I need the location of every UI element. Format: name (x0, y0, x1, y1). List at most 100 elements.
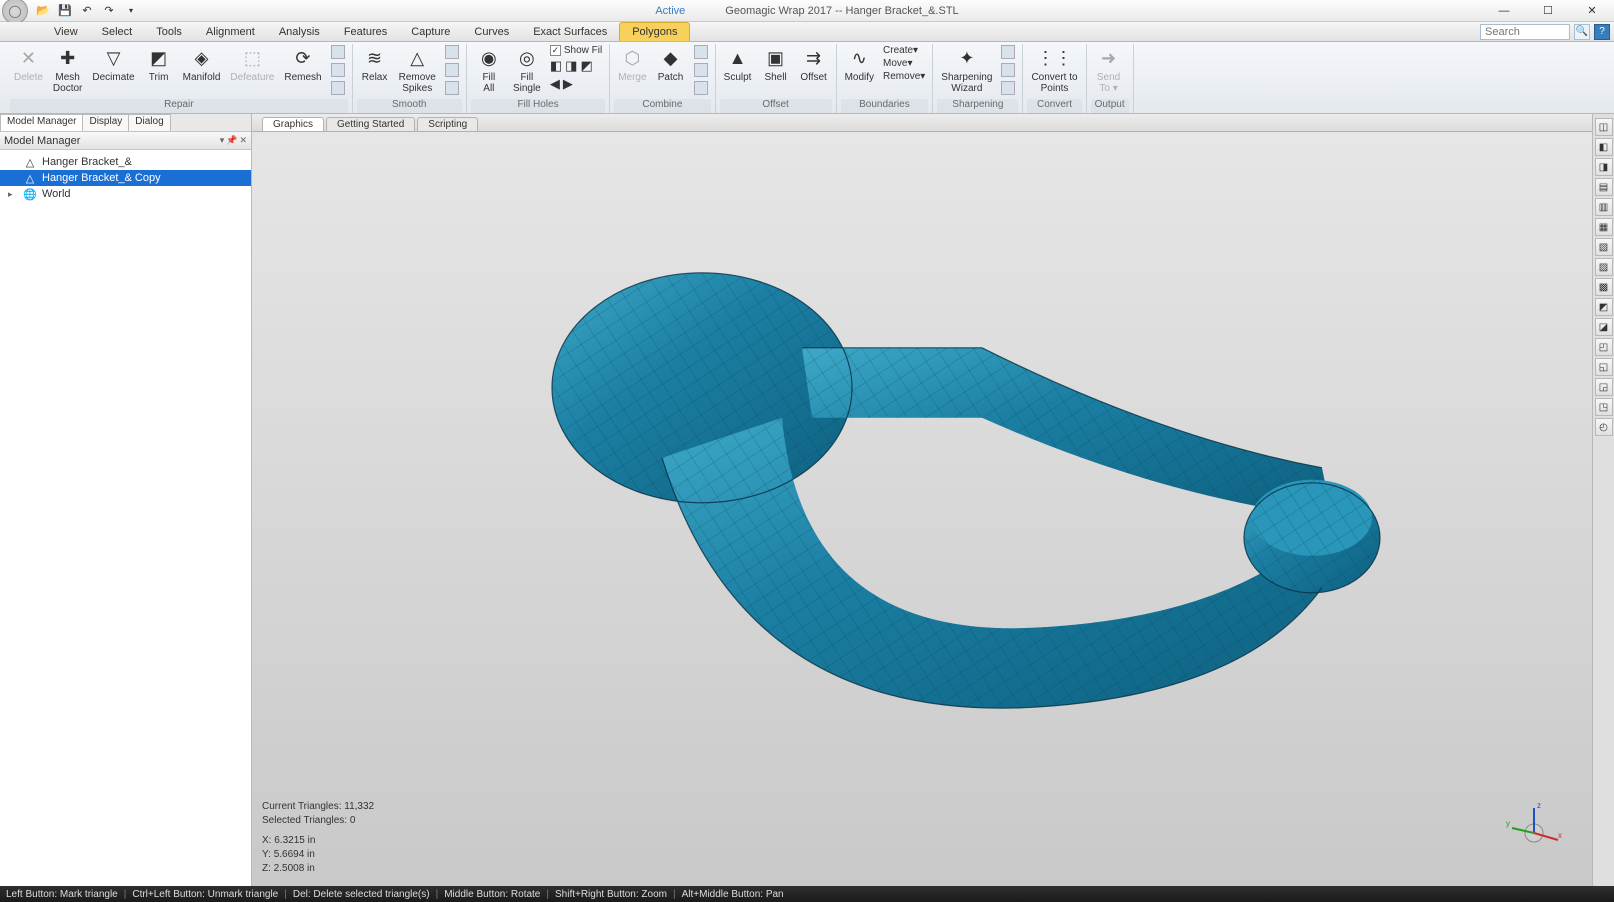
ribbon-extra-icon[interactable] (442, 80, 462, 96)
ribbon-extra-icon[interactable] (691, 44, 711, 60)
search-input[interactable] (1480, 24, 1570, 40)
fill-mode-icon[interactable]: ◩ (580, 58, 592, 74)
menu-bar: ViewSelectToolsAlignmentAnalysisFeatures… (0, 22, 1614, 42)
ribbon-convert-to-button[interactable]: ⋮⋮Convert to Points (1027, 44, 1081, 96)
fill-mode-icon[interactable]: ◨ (565, 58, 577, 74)
help-icon[interactable]: ? (1594, 24, 1610, 40)
ribbon-menu-move[interactable]: Move▾ (880, 57, 928, 70)
right-tool-10-button[interactable]: ◪ (1595, 318, 1613, 336)
right-tool-12-button[interactable]: ◱ (1595, 358, 1613, 376)
ribbon-modify-button[interactable]: ∿Modify (841, 44, 878, 85)
trim-icon: ◩ (147, 46, 171, 70)
tree-item[interactable]: ▸🌐World (0, 186, 251, 202)
axis-triad[interactable]: z x y (1504, 798, 1564, 858)
close-button[interactable]: ✕ (1570, 0, 1614, 22)
ribbon-patch-button[interactable]: ◆Patch (653, 44, 689, 85)
status-hint: Shift+Right Button: Zoom (555, 889, 667, 900)
menu-capture[interactable]: Capture (399, 22, 462, 41)
expand-icon[interactable]: ▸ (8, 189, 18, 200)
menu-view[interactable]: View (42, 22, 90, 41)
checkbox-icon[interactable]: ✓ (550, 45, 561, 56)
ribbon-extra-icon[interactable] (998, 62, 1018, 78)
svg-text:y: y (1506, 819, 1510, 828)
menu-tools[interactable]: Tools (144, 22, 194, 41)
redo-button[interactable]: ↷ (100, 2, 118, 20)
undo-button[interactable]: ↶ (78, 2, 96, 20)
prev-hole-button[interactable]: ◀ (550, 76, 560, 92)
panel-dropdown-icon[interactable]: ▾ (220, 135, 225, 146)
ribbon-extra-icon[interactable] (998, 80, 1018, 96)
right-tool-11-button[interactable]: ◰ (1595, 338, 1613, 356)
tree-item[interactable]: △Hanger Bracket_& Copy (0, 170, 251, 186)
qat-menu-button[interactable]: ▾ (122, 2, 140, 20)
ribbon-fill-button[interactable]: ◎Fill Single (509, 44, 545, 96)
save-button[interactable]: 💾 (56, 2, 74, 20)
ribbon-mesh-button[interactable]: ✚Mesh Doctor (49, 44, 86, 96)
tree-item[interactable]: △Hanger Bracket_& (0, 154, 251, 170)
app-logo-icon[interactable]: ◯ (2, 0, 28, 24)
minimize-button[interactable]: — (1482, 0, 1526, 22)
maximize-button[interactable]: ☐ (1526, 0, 1570, 22)
viewport-tab-graphics[interactable]: Graphics (262, 117, 324, 131)
right-tool-5-button[interactable]: ▦ (1595, 218, 1613, 236)
ribbon-extra-icon[interactable] (328, 80, 348, 96)
menu-alignment[interactable]: Alignment (194, 22, 267, 41)
fill-mode-icon[interactable]: ◧ (550, 58, 562, 74)
right-tool-0-button[interactable]: ◫ (1595, 118, 1613, 136)
right-tool-3-button[interactable]: ▤ (1595, 178, 1613, 196)
right-tool-9-button[interactable]: ◩ (1595, 298, 1613, 316)
ribbon-decimate-button[interactable]: ▽Decimate (88, 44, 138, 85)
menu-curves[interactable]: Curves (462, 22, 521, 41)
right-tool-1-button[interactable]: ◧ (1595, 138, 1613, 156)
ribbon-relax-button[interactable]: ≋Relax (357, 44, 393, 85)
menu-exact-surfaces[interactable]: Exact Surfaces (521, 22, 619, 41)
ribbon-remove-button[interactable]: △Remove Spikes (395, 44, 440, 96)
right-tool-14-button[interactable]: ◳ (1595, 398, 1613, 416)
ribbon-extra-icon[interactable] (442, 44, 462, 60)
ribbon-menu-remove[interactable]: Remove▾ (880, 70, 928, 83)
ribbon-extra-icon[interactable] (998, 44, 1018, 60)
ribbon-fill-button[interactable]: ◉Fill All (471, 44, 507, 96)
ribbon-menu-create[interactable]: Create▾ (880, 44, 928, 57)
left-tab-display[interactable]: Display (82, 114, 129, 131)
right-tool-13-button[interactable]: ◲ (1595, 378, 1613, 396)
ribbon-sharpening-button[interactable]: ✦Sharpening Wizard (937, 44, 996, 96)
ribbon-trim-button[interactable]: ◩Trim (141, 44, 177, 85)
panel-pin-icon[interactable]: 📌 (226, 135, 237, 146)
viewport-tab-scripting[interactable]: Scripting (417, 117, 478, 131)
ribbon-extra-icon[interactable] (691, 80, 711, 96)
ribbon-extra-icon[interactable] (442, 62, 462, 78)
left-tab-model-manager[interactable]: Model Manager (0, 114, 83, 131)
fill-icon: ◎ (515, 46, 539, 70)
ribbon-offset-button[interactable]: ⇉Offset (796, 44, 832, 85)
ribbon-extra-icon[interactable] (328, 44, 348, 60)
right-tool-8-button[interactable]: ▩ (1595, 278, 1613, 296)
menu-features[interactable]: Features (332, 22, 399, 41)
ribbon-sculpt-button[interactable]: ▲Sculpt (720, 44, 756, 85)
menu-select[interactable]: Select (90, 22, 145, 41)
right-tool-2-button[interactable]: ◨ (1595, 158, 1613, 176)
ribbon-shell-button[interactable]: ▣Shell (758, 44, 794, 85)
menu-analysis[interactable]: Analysis (267, 22, 332, 41)
show-fill-checkbox[interactable]: ✓Show Fil (547, 44, 605, 57)
ribbon-extra-icon[interactable] (328, 62, 348, 78)
right-tool-6-button[interactable]: ▧ (1595, 238, 1613, 256)
right-tool-4-button[interactable]: ▥ (1595, 198, 1613, 216)
selected-label: Selected Triangles: (262, 815, 347, 826)
viewport-tab-getting-started[interactable]: Getting Started (326, 117, 415, 131)
right-tool-7-button[interactable]: ▨ (1595, 258, 1613, 276)
panel-close-icon[interactable]: ✕ (239, 135, 247, 146)
menu-polygons[interactable]: Polygons (619, 22, 690, 41)
left-tab-dialog[interactable]: Dialog (128, 114, 170, 131)
search-icon[interactable]: 🔍 (1574, 24, 1590, 40)
mesh-model[interactable] (462, 218, 1382, 778)
next-hole-button[interactable]: ▶ (563, 76, 573, 92)
ribbon-extra-icon[interactable] (691, 62, 711, 78)
x-value: 6.3215 in (274, 835, 315, 846)
ribbon-remesh-button[interactable]: ⟳Remesh (280, 44, 325, 85)
right-tool-15-button[interactable]: ◴ (1595, 418, 1613, 436)
3d-viewport[interactable]: Current Triangles: 11,332 Selected Trian… (252, 132, 1592, 886)
ribbon-manifold-button[interactable]: ◈Manifold (179, 44, 225, 85)
ribbon-group-combine: ⬡Merge◆PatchCombine (610, 44, 715, 113)
open-file-button[interactable]: 📂 (34, 2, 52, 20)
